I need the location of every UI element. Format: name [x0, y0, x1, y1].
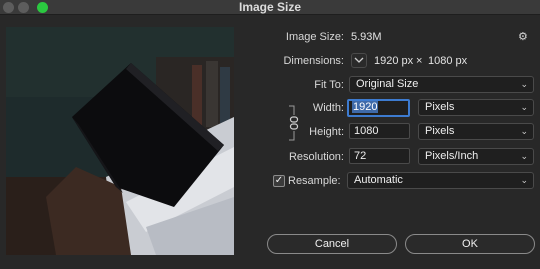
dimensions-height-value: 1080 px	[428, 55, 468, 67]
resolution-unit-dropdown[interactable]: Pixels/Inch ⌄	[418, 148, 534, 165]
preview-image	[6, 27, 234, 255]
dimensions-separator: ×	[416, 55, 423, 67]
chevron-down-icon	[354, 57, 364, 63]
chevron-down-icon: ⌄	[520, 126, 528, 136]
height-unit-dropdown[interactable]: Pixels ⌄	[418, 123, 534, 140]
title-bar: Image Size	[0, 0, 540, 15]
height-input[interactable]: 1080	[349, 123, 410, 139]
window-title: Image Size	[238, 0, 302, 14]
gear-icon[interactable]: ⚙	[518, 30, 528, 43]
cancel-button[interactable]: Cancel	[267, 234, 397, 254]
resample-checkbox[interactable]: ✓	[273, 175, 285, 187]
chevron-down-icon: ⌄	[520, 79, 528, 89]
ok-button[interactable]: OK	[405, 234, 535, 254]
width-unit-value: Pixels	[425, 101, 455, 113]
resample-value: Automatic	[354, 174, 403, 186]
image-size-label: Image Size:	[285, 31, 344, 43]
fit-to-label: Fit To:	[314, 79, 344, 91]
fit-to-value: Original Size	[356, 78, 419, 90]
image-preview[interactable]	[6, 27, 234, 255]
dimensions-width-value: 1920 px	[374, 55, 414, 67]
dimensions-units-button[interactable]	[351, 53, 367, 68]
width-input[interactable]: 1920	[347, 99, 410, 117]
image-size-value: 5.93M	[351, 31, 382, 43]
resample-dropdown[interactable]: Automatic ⌄	[347, 172, 534, 189]
resolution-input[interactable]: 72	[349, 148, 410, 164]
resolution-unit-value: Pixels/Inch	[425, 150, 479, 162]
resample-label: Resample:	[288, 175, 341, 187]
height-label: Height:	[309, 126, 344, 138]
resolution-value: 72	[354, 150, 367, 162]
chevron-down-icon: ⌄	[520, 175, 528, 185]
fit-to-dropdown[interactable]: Original Size ⌄	[349, 76, 534, 93]
chevron-down-icon: ⌄	[520, 102, 528, 112]
chevron-down-icon: ⌄	[520, 151, 528, 161]
height-value: 1080	[354, 125, 379, 137]
height-unit-value: Pixels	[425, 125, 455, 137]
resolution-label: Resolution:	[288, 151, 344, 163]
width-unit-dropdown[interactable]: Pixels ⌄	[418, 99, 534, 116]
dimensions-label: Dimensions:	[283, 55, 344, 67]
width-label: Width:	[312, 102, 344, 114]
width-value: 1920	[352, 101, 379, 113]
